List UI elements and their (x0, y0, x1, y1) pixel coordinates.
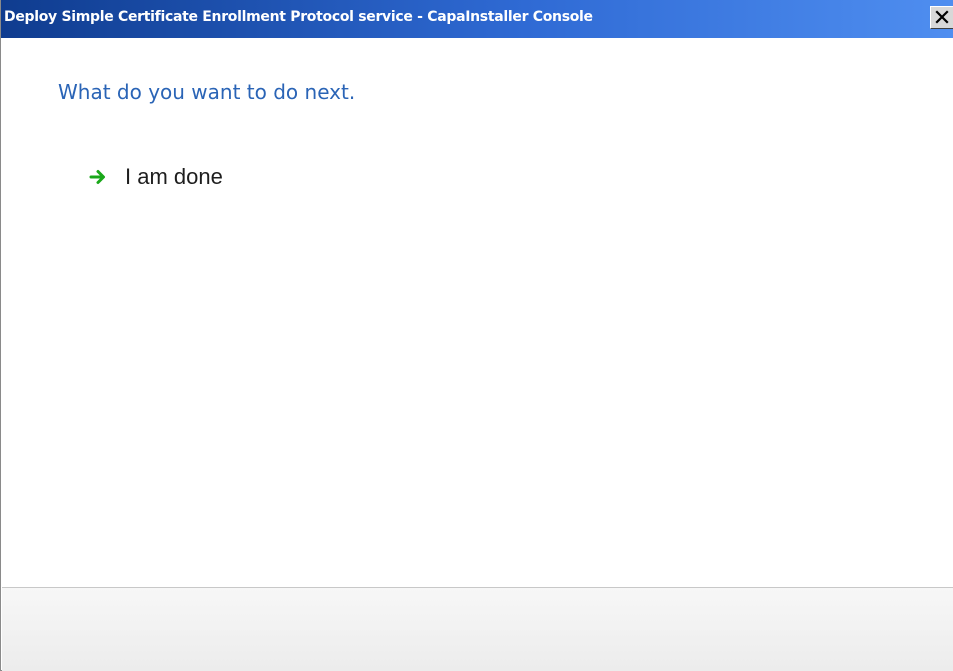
task-link-i-am-done[interactable]: I am done (89, 164, 223, 190)
window-title: Deploy Simple Certificate Enrollment Pro… (4, 9, 593, 25)
green-arrow-right-icon (89, 170, 105, 184)
close-icon (935, 10, 949, 24)
close-button[interactable] (930, 6, 953, 29)
button-footer (2, 587, 953, 671)
page-heading: What do you want to do next. (58, 80, 356, 104)
task-label: I am done (125, 164, 223, 189)
title-bar[interactable]: Deploy Simple Certificate Enrollment Pro… (1, 0, 953, 38)
wizard-window: Deploy Simple Certificate Enrollment Pro… (0, 0, 953, 671)
